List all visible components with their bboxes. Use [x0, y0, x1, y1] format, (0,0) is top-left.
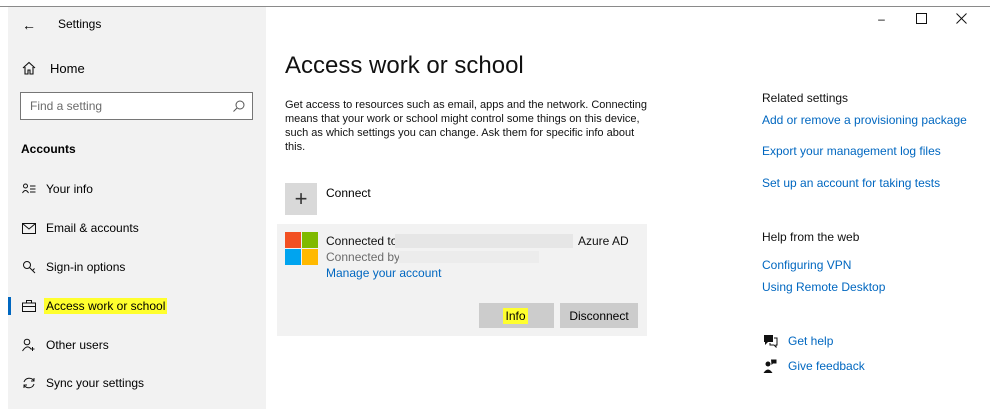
sidebar-item-email-accounts[interactable]: Email & accounts [8, 214, 266, 242]
connected-to-text: Connected to [326, 234, 398, 248]
key-icon [21, 259, 37, 275]
account-card[interactable]: Connected to Azure AD Connected by Manag… [277, 224, 647, 336]
page-description: Get access to resources such as email, a… [285, 99, 647, 153]
home-icon [21, 60, 37, 76]
help-heading: Help from the web [762, 230, 860, 244]
microsoft-logo-icon [285, 232, 318, 265]
window-title: Settings [58, 17, 102, 31]
minimize-icon[interactable]: – [875, 12, 888, 26]
section-title-accounts: Accounts [21, 142, 76, 156]
selected-indicator [8, 297, 11, 315]
search-input[interactable]: Find a setting [20, 92, 253, 120]
connect-label: Connect [326, 186, 371, 200]
sidebar-item-label: Sign-in options [46, 260, 126, 274]
page-title: Access work or school [285, 52, 524, 79]
sidebar-item-label: Access work or school [44, 298, 168, 314]
disconnect-button[interactable]: Disconnect [560, 303, 638, 328]
close-icon[interactable] [955, 12, 968, 25]
connect-button[interactable]: + Connect [285, 183, 371, 215]
search-icon [232, 99, 246, 113]
sidebar-item-label: Email & accounts [46, 221, 139, 235]
azure-ad-text: Azure AD [578, 234, 629, 248]
add-person-icon [21, 337, 37, 353]
sidebar-item-sign-in-options[interactable]: Sign-in options [8, 253, 266, 281]
person-card-icon [21, 181, 37, 197]
info-button[interactable]: Info [479, 303, 554, 328]
sidebar-item-label: Your info [46, 182, 93, 196]
export-logs-link[interactable]: Export your management log files [762, 144, 941, 158]
feedback-person-icon [762, 358, 778, 374]
back-arrow-icon[interactable]: ← [22, 17, 38, 33]
highlighted-label: Access work or school [44, 298, 168, 314]
redacted-user [399, 251, 539, 263]
remote-desktop-link[interactable]: Using Remote Desktop [762, 280, 885, 294]
manage-account-link[interactable]: Manage your account [326, 266, 441, 280]
mail-icon [21, 220, 37, 236]
search-placeholder: Find a setting [30, 99, 103, 113]
maximize-icon[interactable] [915, 12, 928, 25]
related-settings-heading: Related settings [762, 91, 849, 105]
sync-icon [21, 375, 37, 391]
taking-tests-link[interactable]: Set up an account for taking tests [762, 176, 940, 190]
connected-by-text: Connected by [326, 250, 401, 264]
sidebar: ← Settings Home Find a setting Accounts … [8, 7, 266, 409]
provisioning-package-link[interactable]: Add or remove a provisioning package [762, 113, 967, 127]
get-help-link[interactable]: Get help [788, 334, 833, 348]
give-feedback-link[interactable]: Give feedback [788, 359, 865, 373]
plus-icon: + [285, 183, 317, 215]
sidebar-item-access-work-or-school[interactable]: Access work or school [8, 292, 266, 320]
sidebar-item-sync-settings[interactable]: Sync your settings [8, 369, 266, 397]
get-help-row[interactable]: Get help [762, 333, 833, 349]
sidebar-item-label: Other users [46, 338, 109, 352]
configuring-vpn-link[interactable]: Configuring VPN [762, 258, 851, 272]
sidebar-home-label: Home [50, 60, 85, 76]
chat-help-icon [762, 333, 778, 349]
give-feedback-row[interactable]: Give feedback [762, 358, 865, 374]
sidebar-home[interactable]: Home [21, 60, 85, 76]
sidebar-item-label: Sync your settings [46, 376, 145, 390]
sidebar-item-your-info[interactable]: Your info [8, 175, 266, 203]
info-button-label: Info [503, 307, 528, 324]
sidebar-item-other-users[interactable]: Other users [8, 331, 266, 359]
redacted-domain [395, 234, 573, 248]
briefcase-icon [21, 298, 37, 314]
window-controls: – [875, 12, 968, 26]
